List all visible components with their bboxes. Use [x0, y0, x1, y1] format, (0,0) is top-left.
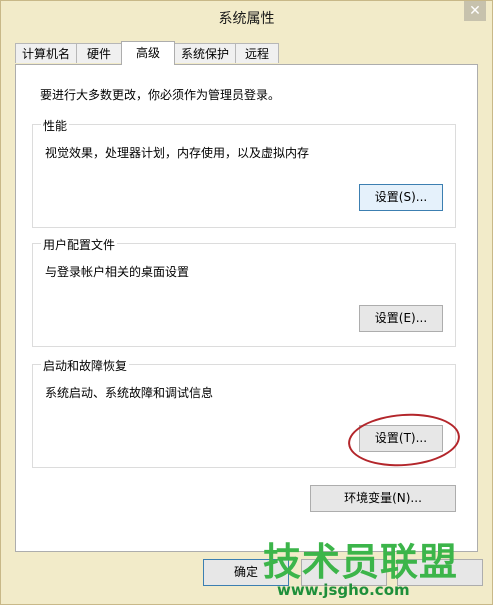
performance-description: 视觉效果，处理器计划，内存使用，以及虚拟内存 — [45, 146, 310, 160]
tab-advanced[interactable]: 高级 — [121, 41, 175, 65]
startup-recovery-label: 启动和故障恢复 — [41, 357, 130, 374]
user-profiles-settings-button[interactable]: 设置(E)... — [359, 305, 443, 332]
user-profiles-group: 用户配置文件 与登录帐户相关的桌面设置 设置(E)... — [32, 236, 456, 347]
tab-hardware[interactable]: 硬件 — [76, 43, 122, 63]
tab-strip: 计算机名 硬件 高级 系统保护 远程 — [15, 41, 485, 65]
user-profiles-description: 与登录帐户相关的桌面设置 — [45, 265, 190, 279]
tab-system-protection[interactable]: 系统保护 — [174, 43, 236, 63]
close-button[interactable]: ✕ — [464, 1, 486, 21]
startup-recovery-settings-button[interactable]: 设置(T)... — [359, 425, 443, 452]
tab-remote[interactable]: 远程 — [235, 43, 279, 63]
startup-recovery-group: 启动和故障恢复 系统启动、系统故障和调试信息 设置(T)... — [32, 357, 456, 468]
cancel-button[interactable] — [301, 559, 387, 586]
environment-variables-button[interactable]: 环境变量(N)... — [310, 485, 456, 512]
admin-notice: 要进行大多数更改，你必须作为管理员登录。 — [40, 88, 281, 102]
close-icon: ✕ — [469, 3, 481, 19]
advanced-tab-panel: 要进行大多数更改，你必须作为管理员登录。 性能 视觉效果，处理器计划，内存使用，… — [15, 64, 478, 552]
system-properties-window: 系统属性 ✕ 计算机名 硬件 高级 系统保护 远程 要进行大多数更改，你必须作为… — [0, 0, 493, 605]
user-profiles-label: 用户配置文件 — [41, 236, 118, 253]
tab-computer-name[interactable]: 计算机名 — [15, 43, 77, 63]
performance-group: 性能 视觉效果，处理器计划，内存使用，以及虚拟内存 设置(S)... — [32, 117, 456, 228]
apply-button[interactable] — [397, 559, 483, 586]
performance-settings-button[interactable]: 设置(S)... — [359, 184, 443, 211]
startup-recovery-description: 系统启动、系统故障和调试信息 — [45, 386, 214, 400]
window-title: 系统属性 — [218, 11, 275, 27]
performance-label: 性能 — [41, 117, 70, 134]
ok-button[interactable]: 确定 — [203, 559, 289, 586]
title-bar[interactable]: 系统属性 ✕ — [1, 1, 492, 33]
